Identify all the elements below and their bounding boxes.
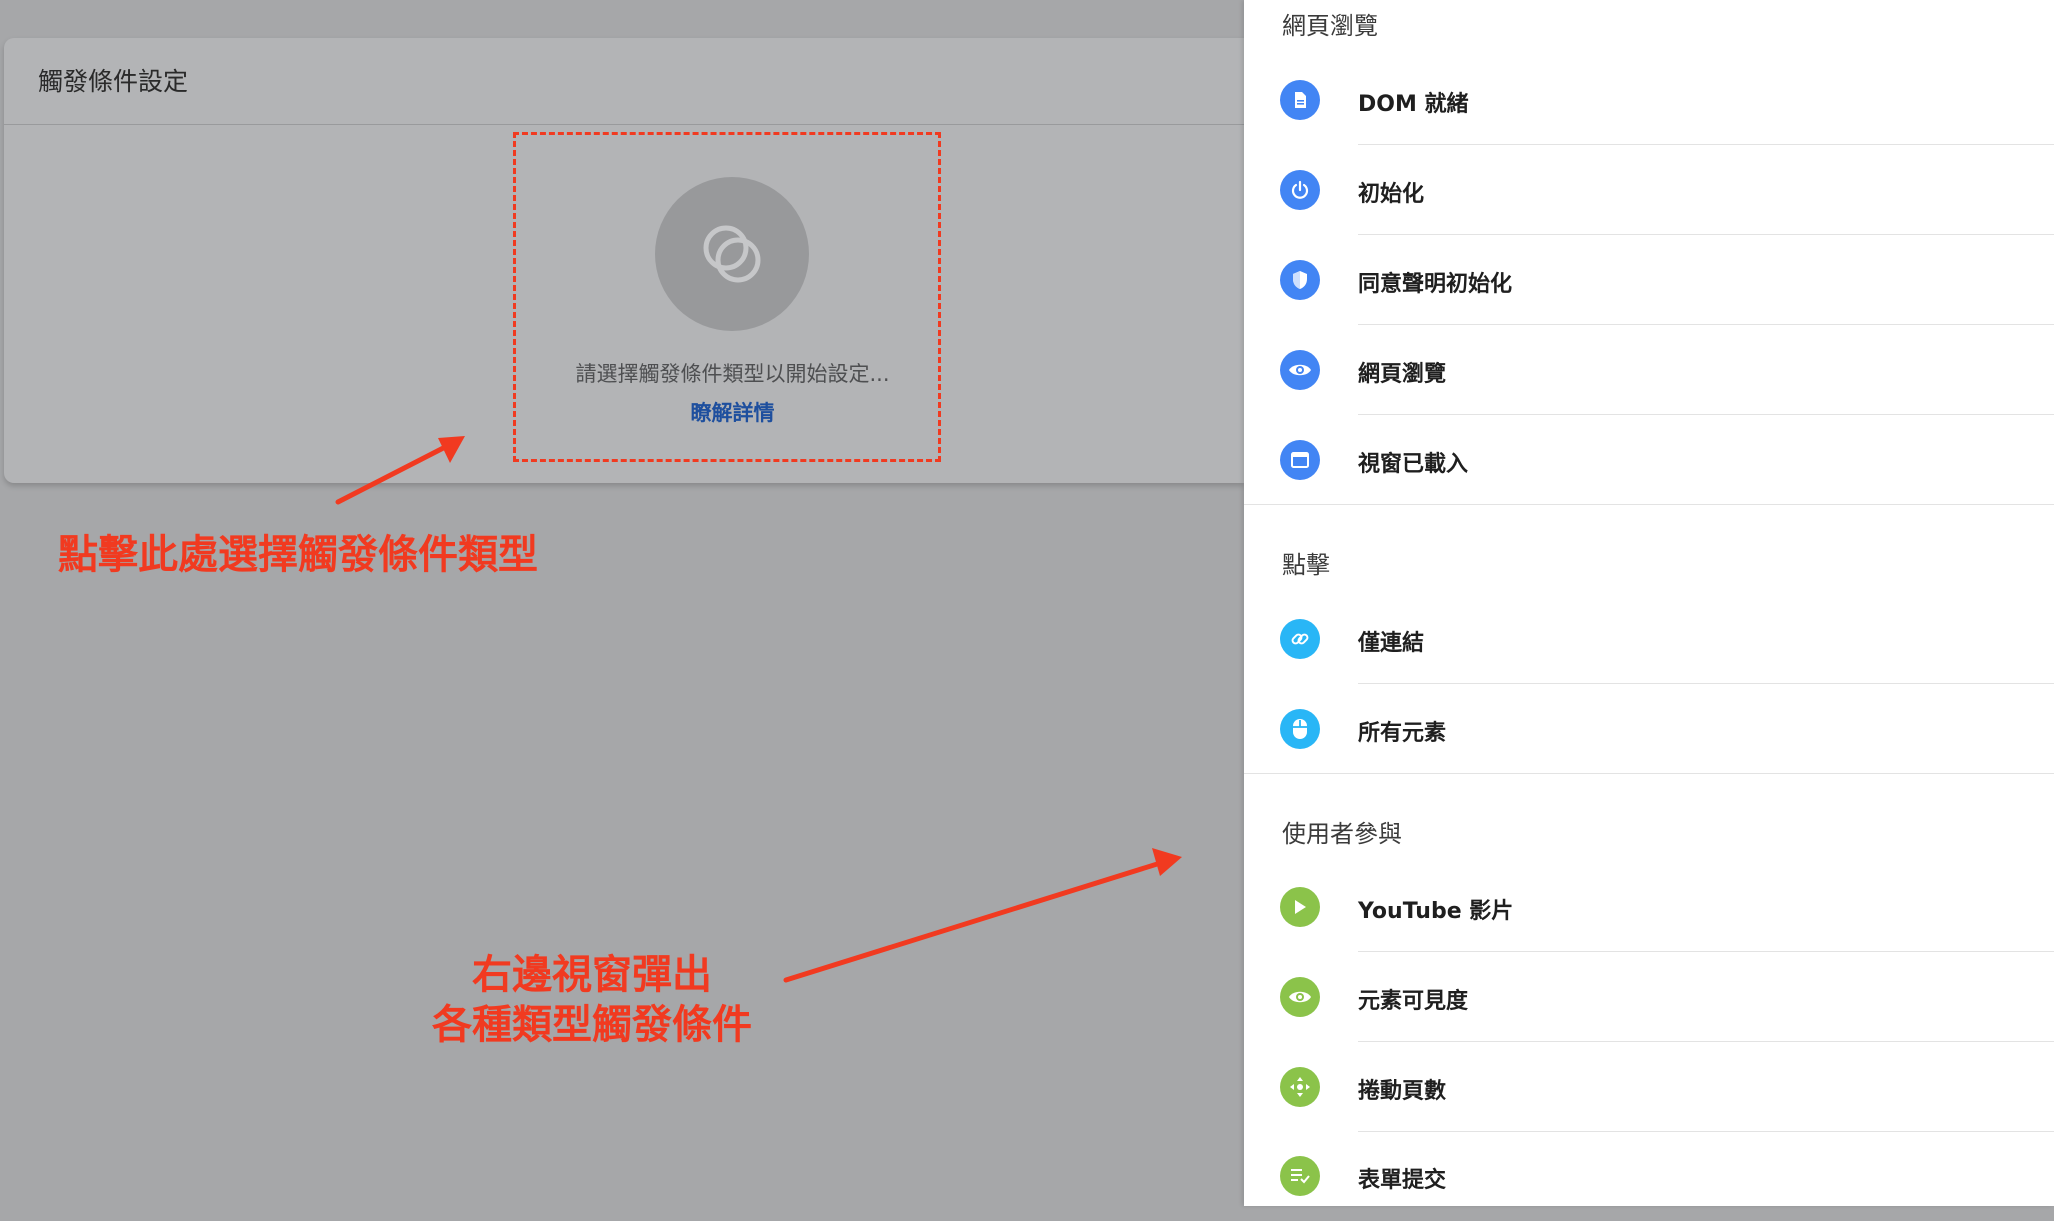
trigger-item-label: 網頁瀏覽 — [1358, 362, 1447, 387]
play-icon — [1280, 887, 1320, 927]
trigger-item-all-elements[interactable]: 所有元素 — [1244, 684, 2054, 774]
trigger-item-initialization[interactable]: 初始化 — [1244, 145, 2054, 235]
section-title-page-view: 網頁瀏覽 — [1282, 12, 1378, 40]
card-title: 觸發條件設定 — [38, 67, 189, 96]
window-icon — [1280, 440, 1320, 480]
trigger-item-label: 表單提交 — [1358, 1168, 1447, 1193]
trigger-item-scroll-depth[interactable]: 捲動頁數 — [1244, 1042, 2054, 1132]
annotation-note-bottom-1: 右邊視窗彈出 — [472, 952, 712, 998]
trigger-item-label: DOM 就緒 — [1358, 92, 1469, 117]
annotation-note-left: 點擊此處選擇觸發條件類型 — [58, 532, 538, 578]
trigger-item-just-links[interactable]: 僅連結 — [1244, 594, 2054, 684]
trigger-item-label: YouTube 影片 — [1358, 899, 1514, 924]
item-divider — [1244, 504, 2054, 505]
document-icon — [1280, 80, 1320, 120]
annotation-box-placeholder — [513, 132, 941, 462]
trigger-item-page-view[interactable]: 網頁瀏覽 — [1244, 325, 2054, 415]
trigger-item-consent-init[interactable]: 同意聲明初始化 — [1244, 235, 2054, 325]
trigger-type-drawer: 網頁瀏覽 DOM 就緒 初始化 同意聲明初始化 網頁瀏覽 視窗已載入 點擊 僅連… — [1244, 0, 2054, 1206]
trigger-item-form-submit[interactable]: 表單提交 — [1244, 1131, 2054, 1221]
link-icon — [1280, 619, 1320, 659]
trigger-item-label: 視窗已載入 — [1358, 452, 1469, 477]
trigger-item-label: 初始化 — [1358, 182, 1425, 207]
trigger-item-label: 同意聲明初始化 — [1358, 272, 1513, 297]
trigger-item-label: 所有元素 — [1358, 721, 1447, 746]
section-title-click: 點擊 — [1282, 551, 1330, 579]
trigger-item-label: 捲動頁數 — [1358, 1079, 1447, 1104]
trigger-item-element-visibility[interactable]: 元素可見度 — [1244, 952, 2054, 1042]
annotation-note-bottom-2: 各種類型觸發條件 — [432, 1002, 752, 1048]
trigger-item-dom-ready[interactable]: DOM 就緒 — [1244, 55, 2054, 145]
form-icon — [1280, 1156, 1320, 1196]
move-icon — [1280, 1067, 1320, 1107]
eye-icon — [1280, 977, 1320, 1017]
eye-icon — [1280, 350, 1320, 390]
item-divider — [1244, 773, 2054, 774]
trigger-item-youtube[interactable]: YouTube 影片 — [1244, 862, 2054, 952]
power-icon — [1280, 170, 1320, 210]
shield-icon — [1280, 260, 1320, 300]
trigger-item-label: 僅連結 — [1358, 631, 1425, 656]
trigger-item-window-loaded[interactable]: 視窗已載入 — [1244, 415, 2054, 505]
mouse-icon — [1280, 709, 1320, 749]
section-title-engagement: 使用者參與 — [1282, 820, 1402, 848]
trigger-item-label: 元素可見度 — [1358, 989, 1469, 1014]
